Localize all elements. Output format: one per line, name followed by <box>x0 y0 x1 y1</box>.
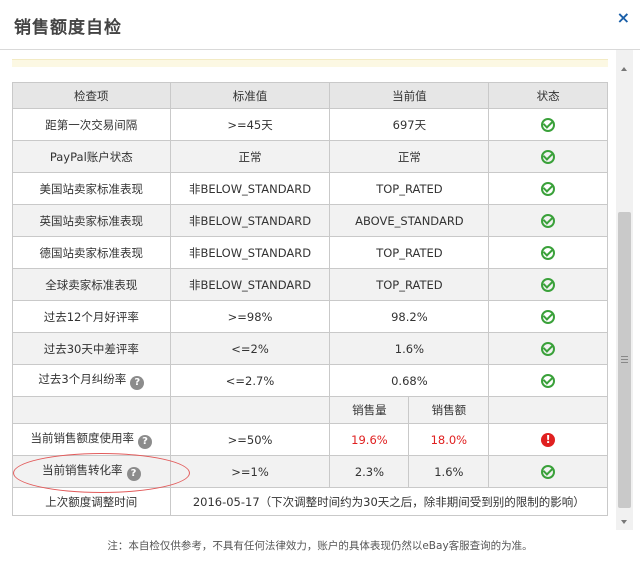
notice-bar <box>12 59 608 67</box>
status-cell <box>488 108 608 141</box>
current-value: TOP_RATED <box>329 236 490 269</box>
current-qty-value: 2.3% <box>329 455 410 488</box>
standard-value: 非BELOW_STANDARD <box>169 236 331 269</box>
dialog-content[interactable]: 检查项 标准值 当前值 状态 距第一次交易间隔 >=45天 697天 PayPa… <box>0 50 632 530</box>
sub-header-qty: 销售量 <box>329 396 410 424</box>
status-cell <box>488 172 608 205</box>
check-circle-icon <box>541 181 556 196</box>
header-status: 状态 <box>488 82 608 109</box>
standard-value: <=2.7% <box>169 364 331 397</box>
standard-value: >=1% <box>169 455 331 488</box>
check-item-label: 当前销售转化率 <box>42 463 123 477</box>
check-item: 上次额度调整时间 <box>12 487 171 516</box>
last-adjust-value: 2016-05-17（下次调整时间约为30天之后，除非期间受到别的限制的影响） <box>169 487 609 516</box>
table-row: 过去12个月好评率 >=98% 98.2% <box>12 300 608 333</box>
check-circle-icon <box>541 213 556 228</box>
current-value: ABOVE_STANDARD <box>329 204 490 237</box>
status-cell <box>488 364 608 397</box>
standard-value: 非BELOW_STANDARD <box>169 172 331 205</box>
status-cell <box>488 236 608 269</box>
current-value: TOP_RATED <box>329 172 490 205</box>
standard-value: 非BELOW_STANDARD <box>169 204 331 237</box>
table-row: 全球卖家标准表现 非BELOW_STANDARD TOP_RATED <box>12 268 608 301</box>
check-circle-icon <box>541 373 556 388</box>
standard-value: <=2% <box>169 332 331 365</box>
standard-value: 正常 <box>169 140 331 173</box>
check-item: 美国站卖家标准表现 <box>12 172 171 205</box>
standard-value: >=98% <box>169 300 331 333</box>
help-icon[interactable]: ? <box>126 467 141 481</box>
check-item-label: 当前销售额度使用率 <box>30 431 135 445</box>
table-row: 美国站卖家标准表现 非BELOW_STANDARD TOP_RATED <box>12 172 608 205</box>
check-item: 全球卖家标准表现 <box>12 268 171 301</box>
grip-icon <box>621 356 628 363</box>
table-row: 过去30天中差评率 <=2% 1.6% <box>12 332 608 365</box>
current-qty-value: 19.6% <box>329 423 410 456</box>
check-circle-icon <box>541 309 556 324</box>
table-row-last-adjust: 上次额度调整时间 2016-05-17（下次调整时间约为30天之后，除非期间受到… <box>12 487 609 516</box>
table-row-quota-usage: 当前销售额度使用率? >=50% 19.6% 18.0% <box>12 423 608 456</box>
standard-value: >=45天 <box>169 108 331 141</box>
check-circle-icon <box>541 245 556 260</box>
check-item: 英国站卖家标准表现 <box>12 204 171 237</box>
check-circle-icon <box>541 149 556 164</box>
table-row: 德国站卖家标准表现 非BELOW_STANDARD TOP_RATED <box>12 236 608 269</box>
check-item: PayPal账户状态 <box>12 140 171 173</box>
sub-header-row: 销售量 销售额 <box>12 396 608 424</box>
current-value: 98.2% <box>329 300 490 333</box>
help-icon[interactable]: ? <box>130 376 145 390</box>
status-cell <box>488 140 608 173</box>
scroll-down-arrow-icon[interactable] <box>616 514 633 530</box>
status-cell <box>488 300 608 333</box>
check-circle-icon <box>541 464 556 479</box>
check-circle-icon <box>541 277 556 292</box>
sub-header-amount: 销售额 <box>408 396 490 424</box>
check-table: 检查项 标准值 当前值 状态 距第一次交易间隔 >=45天 697天 PayPa… <box>12 82 609 516</box>
standard-value: >=50% <box>169 423 331 456</box>
standard-value: 非BELOW_STANDARD <box>169 268 331 301</box>
check-item: 当前销售额度使用率? <box>12 423 171 456</box>
scroll-up-arrow-icon[interactable] <box>616 61 633 77</box>
table-row: PayPal账户状态 正常 正常 <box>12 140 608 173</box>
dialog-title: 销售额度自检 <box>14 18 122 38</box>
help-icon[interactable]: ? <box>138 435 153 449</box>
check-item: 过去30天中差评率 <box>12 332 171 365</box>
quota-self-check-dialog: 销售额度自检 × 检查项 标准值 当前值 状态 距第一次交易间隔 >=45天 6… <box>0 0 640 577</box>
header-current: 当前值 <box>329 82 490 109</box>
current-value: 正常 <box>329 140 490 173</box>
current-amount-value: 1.6% <box>408 455 490 488</box>
check-item-label: 过去3个月纠纷率 <box>38 372 127 386</box>
close-icon[interactable]: × <box>617 8 630 28</box>
status-cell <box>488 332 608 365</box>
table-row: 距第一次交易间隔 >=45天 697天 <box>12 108 608 141</box>
check-item: 距第一次交易间隔 <box>12 108 171 141</box>
check-item: 过去12个月好评率 <box>12 300 171 333</box>
scrollbar[interactable] <box>616 50 633 530</box>
table-row: 过去3个月纠纷率? <=2.7% 0.68% <box>12 364 608 397</box>
status-cell <box>488 455 608 488</box>
current-amount-value: 18.0% <box>408 423 490 456</box>
table-row: 英国站卖家标准表现 非BELOW_STANDARD ABOVE_STANDARD <box>12 204 608 237</box>
status-cell <box>488 204 608 237</box>
current-value: 0.68% <box>329 364 490 397</box>
check-item: 过去3个月纠纷率? <box>12 364 171 397</box>
header-standard: 标准值 <box>169 82 331 109</box>
check-circle-icon <box>541 341 556 356</box>
current-value: 697天 <box>329 108 490 141</box>
current-value: 1.6% <box>329 332 490 365</box>
check-item: 当前销售转化率? <box>12 455 171 488</box>
disclaimer-note: 注：本自检仅供参考，不具有任何法律效力，账户的具体表现仍然以eBay客服查询的为… <box>107 540 533 552</box>
dialog-header: 销售额度自检 × <box>0 0 640 50</box>
current-value: TOP_RATED <box>329 268 490 301</box>
scrollbar-thumb[interactable] <box>618 212 631 508</box>
check-circle-icon <box>541 117 556 132</box>
error-icon <box>541 432 556 447</box>
check-item: 德国站卖家标准表现 <box>12 236 171 269</box>
status-cell <box>488 268 608 301</box>
header-check-item: 检查项 <box>12 82 171 109</box>
status-cell <box>488 423 608 456</box>
table-row-conversion-rate: 当前销售转化率? >=1% 2.3% 1.6% <box>12 455 608 488</box>
